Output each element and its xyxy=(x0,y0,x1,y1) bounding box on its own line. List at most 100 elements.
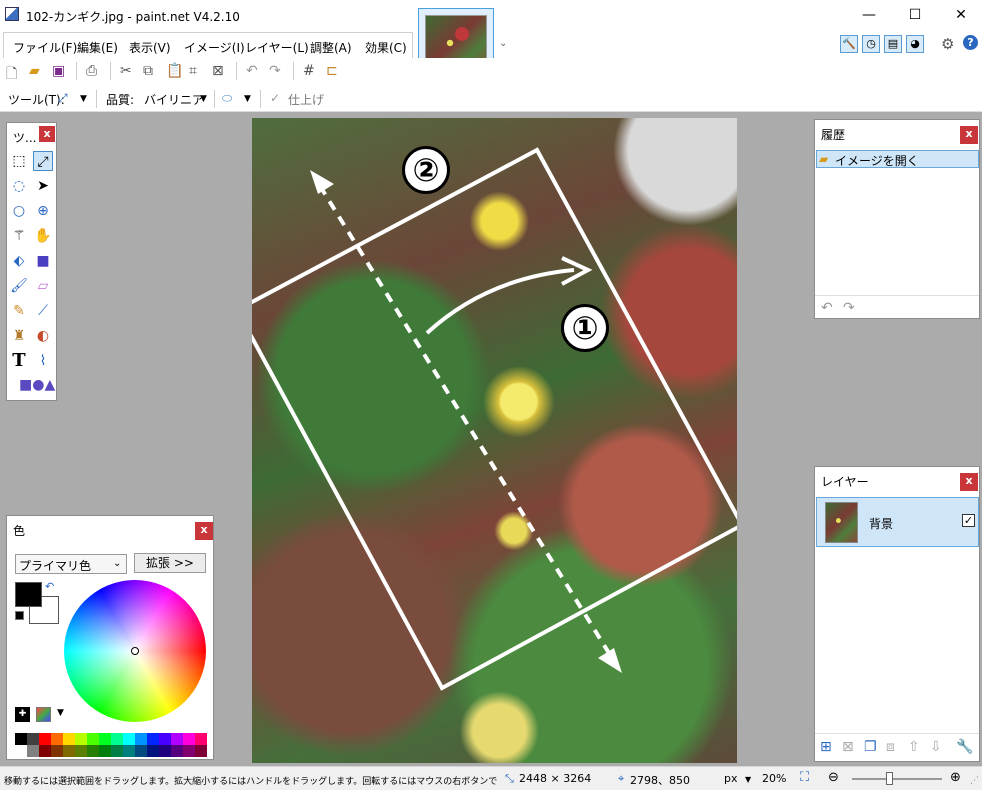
rectangle-select-icon[interactable]: ⬚ xyxy=(9,151,29,171)
palette-bottom-swatch-11[interactable] xyxy=(147,745,159,757)
chevron-down-icon[interactable]: ▼ xyxy=(745,775,751,784)
palette-top-swatch-10[interactable] xyxy=(135,733,147,745)
palette-bottom-swatch-12[interactable] xyxy=(159,745,171,757)
chevron-down-icon[interactable]: ▼ xyxy=(200,94,207,104)
palette-top-swatch-7[interactable] xyxy=(99,733,111,745)
palette-top-swatch-6[interactable] xyxy=(87,733,99,745)
colors-window-toggle[interactable]: ◕ xyxy=(906,35,924,53)
palette-top-swatch-5[interactable] xyxy=(75,733,87,745)
add-palette-color-icon[interactable]: ✚ xyxy=(15,707,30,722)
zoom-out-icon[interactable]: ⊖ xyxy=(828,770,839,785)
palette-top-swatch-11[interactable] xyxy=(147,733,159,745)
primary-color-swatch[interactable] xyxy=(15,582,42,607)
maximize-button[interactable]: ☐ xyxy=(892,0,938,30)
color-wheel[interactable] xyxy=(64,580,206,722)
menu-image[interactable]: イメージ(I) xyxy=(184,39,245,56)
move-layer-down-icon[interactable]: ⇩ xyxy=(930,739,942,755)
chevron-down-icon[interactable]: ▼ xyxy=(57,708,64,718)
layers-window-toggle[interactable]: ▤ xyxy=(884,35,902,53)
print-icon[interactable]: ⎙ xyxy=(86,63,97,79)
reset-colors-icon[interactable] xyxy=(15,611,24,620)
undo-icon[interactable]: ↶ xyxy=(821,300,833,316)
grid-icon[interactable]: # xyxy=(303,63,315,79)
resize-grip-icon[interactable]: ⋰ xyxy=(970,776,979,786)
menu-effects[interactable]: 効果(C) xyxy=(365,39,407,56)
selection-mode-icon[interactable]: ⬭ xyxy=(222,91,232,106)
palette-top-swatch-0[interactable] xyxy=(15,733,27,745)
cut-icon[interactable]: ✂ xyxy=(120,63,132,79)
tools-panel-close-button[interactable]: x xyxy=(39,126,55,142)
menu-layer[interactable]: レイヤー(L) xyxy=(245,39,309,56)
move-selected-icon[interactable]: ➤ xyxy=(33,176,53,196)
palette-bottom-swatch-10[interactable] xyxy=(135,745,147,757)
redo-icon[interactable]: ↷ xyxy=(269,63,281,79)
line-curve-icon[interactable]: ⌇ xyxy=(33,351,53,371)
colors-panel-close-button[interactable]: x xyxy=(195,522,213,540)
palette-bottom-swatch-14[interactable] xyxy=(183,745,195,757)
layer-visibility-checkbox[interactable]: ✓ xyxy=(962,514,975,527)
palette-top-swatch-13[interactable] xyxy=(171,733,183,745)
new-file-icon[interactable]: 🗋 xyxy=(6,63,17,87)
help-icon[interactable]: ? xyxy=(963,35,978,50)
color-wheel-cursor[interactable] xyxy=(131,647,139,655)
palette-top-swatch-12[interactable] xyxy=(159,733,171,745)
menu-adjust[interactable]: 調整(A) xyxy=(310,39,352,56)
minimize-button[interactable]: — xyxy=(846,0,892,30)
magic-wand-icon[interactable]: ⚚ xyxy=(9,226,29,246)
clone-stamp-icon[interactable]: ♜ xyxy=(9,326,29,346)
zoom-in-icon[interactable]: ⊕ xyxy=(950,770,961,785)
add-layer-icon[interactable]: ⊞ xyxy=(820,739,832,755)
gradient-icon[interactable]: ■ xyxy=(33,251,53,271)
lasso-select-icon[interactable]: ◌ xyxy=(9,176,29,196)
quality-select[interactable]: バイリニア xyxy=(144,91,204,108)
layer-properties-icon[interactable]: 🔧 xyxy=(956,739,973,755)
paint-bucket-icon[interactable]: ⬖ xyxy=(9,251,29,271)
fit-window-icon[interactable]: ⛶ xyxy=(800,770,809,785)
pan-hand-icon[interactable]: ✋ xyxy=(33,226,53,246)
copy-icon[interactable]: ⧉ xyxy=(143,63,153,79)
palette-top-swatch-4[interactable] xyxy=(63,733,75,745)
duplicate-layer-icon[interactable]: ❐ xyxy=(864,739,877,755)
shapes-icon[interactable]: ■●▲ xyxy=(19,375,55,395)
palette-bottom-swatch-13[interactable] xyxy=(171,745,183,757)
ruler-icon[interactable]: ⊏ xyxy=(326,63,338,79)
palette-bottom-swatch-9[interactable] xyxy=(123,745,135,757)
layer-row[interactable]: 背景 ✓ xyxy=(816,497,979,547)
zoom-level[interactable]: 20% xyxy=(762,772,786,785)
palette-bottom-swatch-4[interactable] xyxy=(63,745,75,757)
palette-menu-icon[interactable] xyxy=(36,707,51,722)
history-panel-close-button[interactable]: x xyxy=(960,126,978,144)
paintbrush-icon[interactable]: 🖌 xyxy=(9,276,29,296)
chevron-down-icon[interactable]: ⌄ xyxy=(499,38,507,49)
menu-view[interactable]: 表示(V) xyxy=(129,39,171,56)
tools-window-toggle[interactable]: 🔨 xyxy=(840,35,858,53)
palette-bottom-swatch-3[interactable] xyxy=(51,745,63,757)
menu-file[interactable]: ファイル(F) xyxy=(13,39,77,56)
move-layer-up-icon[interactable]: ⇧ xyxy=(908,739,920,755)
palette-top-swatch-9[interactable] xyxy=(123,733,135,745)
move-selection-icon[interactable]: ⤢ xyxy=(58,91,68,106)
zoom-slider-track[interactable] xyxy=(852,778,942,780)
chevron-down-icon[interactable]: ▼ xyxy=(80,94,87,104)
deselect-icon[interactable]: ⊠ xyxy=(212,63,224,79)
palette-bottom-swatch-5[interactable] xyxy=(75,745,87,757)
delete-layer-icon[interactable]: ⊠ xyxy=(842,739,854,755)
zoom-slider-handle[interactable] xyxy=(886,772,893,785)
unit-select[interactable]: px xyxy=(724,772,738,785)
pencil-icon[interactable]: ✎ xyxy=(9,301,29,321)
history-item[interactable]: ▰ イメージを開く xyxy=(816,150,979,168)
palette-top-swatch-15[interactable] xyxy=(195,733,207,745)
save-icon[interactable]: ▣ xyxy=(52,63,65,79)
eraser-icon[interactable]: ▱ xyxy=(33,276,53,296)
palette-bottom-swatch-15[interactable] xyxy=(195,745,207,757)
redo-icon[interactable]: ↷ xyxy=(843,300,855,316)
ellipse-select-icon[interactable]: ○ xyxy=(9,201,29,221)
move-selection-tool-icon[interactable]: ⤢ xyxy=(33,151,53,171)
paste-icon[interactable]: 📋 xyxy=(166,63,183,79)
finish-button[interactable]: 仕上げ xyxy=(288,91,324,108)
palette-bottom-swatch-2[interactable] xyxy=(39,745,51,757)
open-folder-icon[interactable]: ▰ xyxy=(29,63,40,79)
palette-bottom-swatch-7[interactable] xyxy=(99,745,111,757)
merge-layer-icon[interactable]: ⧈ xyxy=(886,739,895,755)
color-mode-select[interactable]: プライマリ色 ⌄ xyxy=(15,554,127,574)
